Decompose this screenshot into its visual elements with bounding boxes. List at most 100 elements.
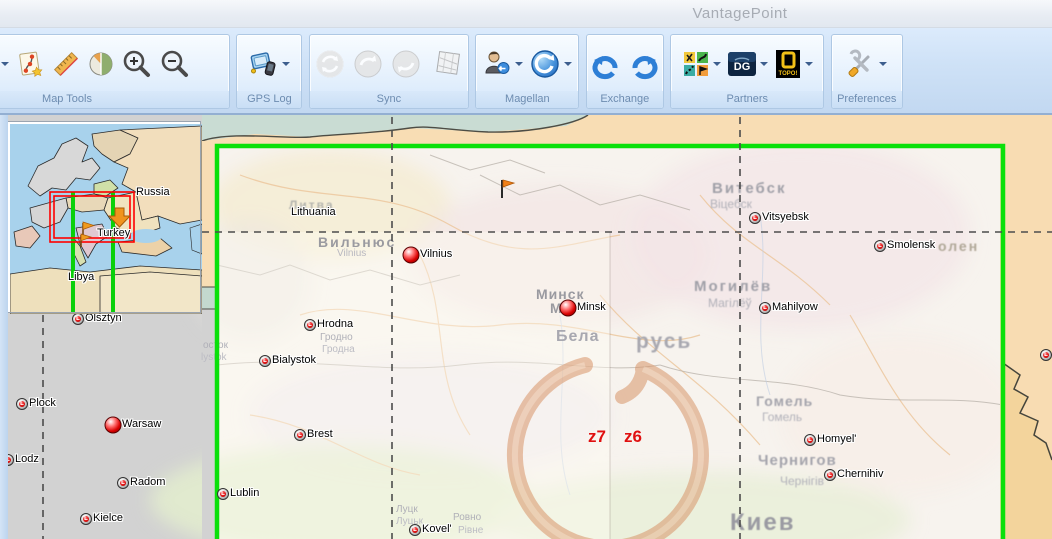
partner-geocaching-button[interactable] xyxy=(679,42,724,86)
zoom-in-button[interactable] xyxy=(118,42,156,86)
sync-upload-icon xyxy=(352,48,384,80)
group-exchange: Exchange xyxy=(586,34,664,109)
group-map-tools: Map Tools xyxy=(0,34,230,109)
zoom-out-button[interactable] xyxy=(156,42,194,86)
route-icon xyxy=(15,49,45,79)
flag-marker[interactable] xyxy=(499,178,517,200)
marker-label: Kovel' xyxy=(422,524,452,535)
marker-label: Smolensk xyxy=(887,240,935,251)
group-gps-log: GPS Log xyxy=(236,34,302,109)
marker-label: Hrodna xyxy=(317,319,353,330)
group-label-map-tools: Map Tools xyxy=(0,91,229,108)
sync-download-button[interactable] xyxy=(387,42,425,86)
marker-ball-icon xyxy=(403,247,420,264)
overview-label: Libya xyxy=(68,272,94,283)
overview-label: Russia xyxy=(136,187,170,198)
group-label-sync: Sync xyxy=(310,91,468,108)
group-label-exchange: Exchange xyxy=(587,91,663,108)
sync-upload-button[interactable] xyxy=(349,42,387,86)
dg-logo-icon: DG xyxy=(727,50,757,78)
svg-text:TOPO!: TOPO! xyxy=(778,71,797,77)
arrow-left-curve-icon xyxy=(590,48,622,80)
caret-down-icon xyxy=(805,62,813,66)
marker-ball-icon: L xyxy=(1040,349,1052,361)
marker-label: Bialystok xyxy=(272,355,316,366)
group-preferences: Preferences xyxy=(831,34,903,109)
measure-tool-button[interactable] xyxy=(48,42,84,86)
marker-label: Kielce xyxy=(93,513,123,524)
overview-label: Turkey xyxy=(97,228,130,239)
user-sync-icon xyxy=(482,49,512,79)
partner-dg-button[interactable]: DG xyxy=(724,42,771,86)
topo-logo-icon: TOPO! xyxy=(774,50,802,78)
route-tool-button[interactable] xyxy=(12,42,48,86)
magellan-refresh-button[interactable] xyxy=(526,42,575,86)
geocaching-grid-icon xyxy=(682,50,710,78)
marker-ball-icon xyxy=(105,417,122,434)
group-magellan: Magellan xyxy=(475,34,579,109)
tools-icon xyxy=(846,49,876,79)
sync-both-icon xyxy=(314,48,346,80)
marker-ball-icon: L xyxy=(759,302,771,314)
sync-both-button[interactable] xyxy=(311,42,349,86)
toolbar-ribbon: Map Tools xyxy=(0,28,1052,115)
marker-label: Mahilyow xyxy=(772,302,818,313)
marker-label: Warsaw xyxy=(122,419,161,430)
marker-label: Lublin xyxy=(230,488,259,499)
map-sheet-icon xyxy=(434,49,464,79)
caret-down-icon xyxy=(713,62,721,66)
marker-ball-icon: L xyxy=(304,319,316,331)
marker-ball-icon xyxy=(560,300,577,317)
marker-ball-icon: L xyxy=(824,469,836,481)
magellan-user-button[interactable] xyxy=(479,42,526,86)
zoom-in-icon xyxy=(121,48,153,80)
marker-ball-icon: L xyxy=(409,524,421,536)
sync-download-icon xyxy=(390,48,422,80)
window-edge-strip xyxy=(0,115,8,539)
marker-label: Minsk xyxy=(577,302,606,313)
marker-label: Homyel' xyxy=(817,434,856,445)
refresh-icon xyxy=(529,48,561,80)
marker-ball-icon: L xyxy=(80,513,92,525)
marker-ball-icon: L xyxy=(259,355,271,367)
sync-map-button[interactable] xyxy=(431,42,467,86)
waypoint-tool-button[interactable] xyxy=(0,42,12,86)
marker-ball-icon: L xyxy=(804,434,816,446)
gps-log-button[interactable] xyxy=(246,42,293,86)
marker-ball-icon: L xyxy=(16,398,28,410)
marker-label: Plock xyxy=(29,398,56,409)
window-title: VantagePoint xyxy=(660,5,820,22)
area-pie-icon xyxy=(87,50,115,78)
exchange-receive-button[interactable] xyxy=(587,42,625,86)
caret-down-icon xyxy=(282,62,290,66)
group-label-magellan: Magellan xyxy=(476,91,578,108)
exchange-send-button[interactable] xyxy=(625,42,663,86)
map-pane[interactable]: ВильнюсVilniusМинскМВитебскВіцебскМогилё… xyxy=(0,115,1052,539)
caret-down-icon xyxy=(760,62,768,66)
group-label-partners: Partners xyxy=(671,91,823,108)
vantagepoint-window: VantagePoint xyxy=(0,0,1052,539)
marker-ball-icon: L xyxy=(217,488,229,500)
group-label-preferences: Preferences xyxy=(832,91,902,108)
caret-down-icon xyxy=(515,62,523,66)
marker-label: Brest xyxy=(307,429,333,440)
partner-topo-button[interactable]: TOPO! xyxy=(771,42,816,86)
marker-ball-icon: L xyxy=(117,477,129,489)
zoom-out-icon xyxy=(159,48,191,80)
marker-ball-icon: L xyxy=(294,429,306,441)
marker-label: Vilnius xyxy=(420,249,452,260)
marker-label: Chernihiv xyxy=(837,469,883,480)
titlebar: VantagePoint xyxy=(0,0,1052,28)
caret-down-icon xyxy=(879,62,887,66)
marker-label: Radom xyxy=(130,477,165,488)
caret-down-icon xyxy=(564,62,572,66)
marker-label: Vitsyebsk xyxy=(762,212,809,223)
arrow-right-curve-icon xyxy=(628,48,660,80)
overview-map-art xyxy=(10,124,202,314)
marker-ball-icon: L xyxy=(874,240,886,252)
preferences-button[interactable] xyxy=(843,42,890,86)
area-tool-button[interactable] xyxy=(84,42,118,86)
overview-map[interactable]: Russia Turkey Libya xyxy=(8,122,200,312)
marker-label: Lodz xyxy=(15,454,39,465)
marker-ball-icon: L xyxy=(749,212,761,224)
